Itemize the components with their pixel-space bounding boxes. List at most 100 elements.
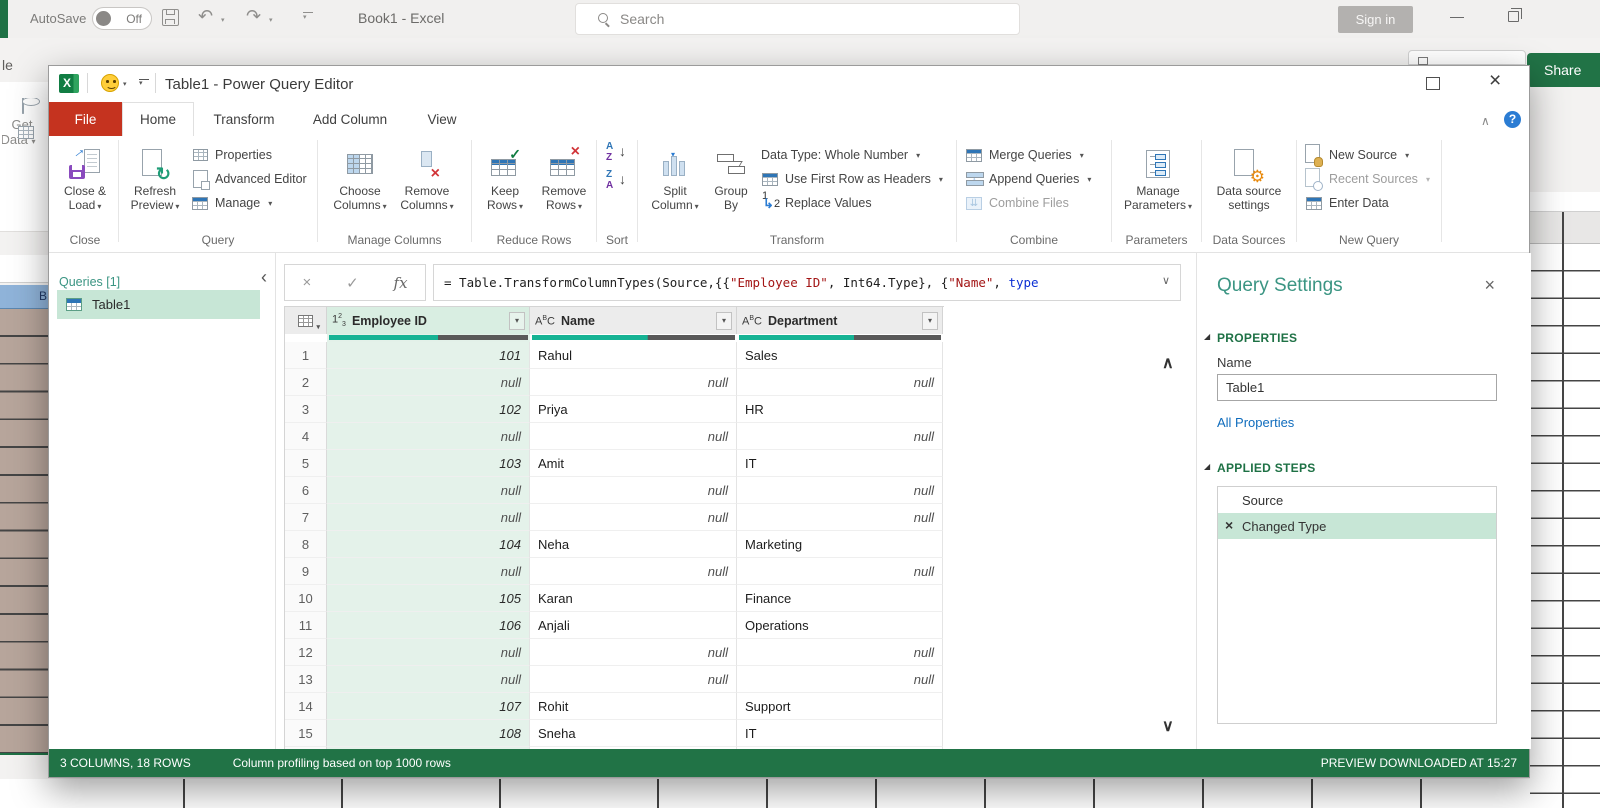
table-cell[interactable]: null	[530, 558, 737, 585]
table-cell[interactable]: Rahul	[530, 342, 737, 369]
fx-icon[interactable]: fx	[394, 274, 408, 292]
table-cell[interactable]: null	[327, 558, 530, 585]
table-cell[interactable]: null	[327, 423, 530, 450]
replace-values-button[interactable]: 1 ↳ 2 Replace Values	[761, 190, 872, 214]
table-cell[interactable]: null	[327, 639, 530, 666]
pq-title-bar[interactable]: X ▾ ▾ Table1 - Power Query Editor ×	[49, 66, 1529, 102]
expand-formula-bar-icon[interactable]: ∨	[1162, 274, 1170, 287]
table-cell[interactable]: IT	[737, 720, 943, 747]
table-cell[interactable]: 104	[327, 531, 530, 558]
refresh-preview-button[interactable]: ↻ Refresh Preview ▾	[125, 144, 185, 214]
smiley-caret-icon[interactable]: ▾	[123, 80, 127, 88]
table-cell[interactable]: null	[530, 369, 737, 396]
close-and-load-button[interactable]: → Close & Load ▾	[56, 140, 114, 214]
table-cell[interactable]: null	[530, 477, 737, 504]
table-cell[interactable]: Sneha	[530, 720, 737, 747]
table-cell[interactable]: null	[737, 369, 943, 396]
all-properties-link[interactable]: All Properties	[1217, 415, 1294, 430]
collapse-triangle-icon[interactable]: ◢	[1204, 462, 1210, 471]
commit-formula-icon[interactable]: ✓	[346, 274, 359, 292]
cancel-formula-icon[interactable]: ×	[302, 274, 311, 291]
table-cell[interactable]: 108	[327, 720, 530, 747]
append-queries-button[interactable]: ↕ Append Queries ▾	[965, 168, 1091, 190]
collapse-pane-icon[interactable]: ‹	[261, 267, 267, 288]
properties-button[interactable]: Properties	[191, 144, 272, 166]
table-cell[interactable]: HR	[737, 396, 943, 423]
table-cell[interactable]: Neha	[530, 531, 737, 558]
table-cell[interactable]: null	[737, 504, 943, 531]
tab-transform[interactable]: Transform	[194, 102, 294, 136]
table-cell[interactable]: null	[737, 558, 943, 585]
row-number[interactable]: 14	[285, 693, 327, 720]
sort-ascending-button[interactable]: A Z ↓	[603, 142, 629, 164]
step-source[interactable]: Source	[1218, 487, 1496, 513]
filter-button[interactable]: ▾	[509, 311, 525, 330]
filter-button[interactable]: ▾	[716, 311, 732, 330]
whole-number-type-icon[interactable]: 123	[332, 311, 346, 330]
table-cell[interactable]: null	[327, 369, 530, 396]
tab-view[interactable]: View	[406, 102, 478, 136]
table-cell[interactable]: IT	[737, 450, 943, 477]
table-cell[interactable]: null	[737, 423, 943, 450]
row-number[interactable]: 12	[285, 639, 327, 666]
column-header-department[interactable]: ABC Department ▾	[737, 307, 943, 334]
step-changed-type[interactable]: × Changed Type	[1218, 513, 1496, 539]
table-cell[interactable]: null	[530, 423, 737, 450]
table-cell[interactable]: Karan	[530, 585, 737, 612]
table-cell[interactable]: null	[327, 477, 530, 504]
row-number[interactable]: 7	[285, 504, 327, 531]
manage-parameters-button[interactable]: Manage Parameters ▾	[1121, 144, 1195, 214]
table-cell[interactable]: Anjali	[530, 612, 737, 639]
merge-queries-button[interactable]: Merge Queries ▾	[965, 144, 1084, 166]
query-list-item-table1[interactable]: Table1	[57, 290, 260, 319]
table-cell[interactable]: 101	[327, 342, 530, 369]
enter-data-button[interactable]: Enter Data	[1305, 192, 1389, 214]
row-number[interactable]: 10	[285, 585, 327, 612]
query-name-input[interactable]	[1217, 374, 1497, 401]
table-cell[interactable]: null	[737, 666, 943, 693]
row-number[interactable]: 15	[285, 720, 327, 747]
table-cell[interactable]: Finance	[737, 585, 943, 612]
scroll-down-icon[interactable]: ∨	[1162, 716, 1174, 736]
row-number[interactable]: 11	[285, 612, 327, 639]
row-number[interactable]: 5	[285, 450, 327, 477]
row-number[interactable]: 3	[285, 396, 327, 423]
table-cell[interactable]: 103	[327, 450, 530, 477]
formula-input[interactable]: = Table.TransformColumnTypes(Source,{{"E…	[433, 264, 1181, 301]
data-source-settings-button[interactable]: ⚙ Data source settings	[1209, 144, 1289, 212]
table-cell[interactable]: null	[530, 639, 737, 666]
row-number[interactable]: 8	[285, 531, 327, 558]
row-number[interactable]: 6	[285, 477, 327, 504]
delete-step-icon[interactable]: ×	[1225, 517, 1233, 533]
column-header-name[interactable]: ABC Name ▾	[530, 307, 737, 334]
table-cell[interactable]: Rohit	[530, 693, 737, 720]
row-number[interactable]: 9	[285, 558, 327, 585]
table-cell[interactable]: Sales	[737, 342, 943, 369]
split-column-button[interactable]: ▾ Split Column ▾	[647, 144, 703, 214]
keep-rows-button[interactable]: ✓ Keep Rows ▾	[479, 144, 531, 214]
row-number[interactable]: 13	[285, 666, 327, 693]
close-pane-icon[interactable]: ×	[1484, 275, 1495, 296]
remove-rows-button[interactable]: × Remove Rows ▾	[535, 144, 593, 214]
tab-file[interactable]: File	[49, 102, 122, 136]
manage-button[interactable]: Manage ▾	[191, 192, 272, 214]
table-cell[interactable]: null	[737, 477, 943, 504]
table-cell[interactable]: null	[327, 504, 530, 531]
table-cell[interactable]: Amit	[530, 450, 737, 477]
text-type-icon[interactable]: ABC	[535, 313, 555, 328]
feedback-smiley-icon[interactable]	[101, 74, 119, 92]
data-type-button[interactable]: Data Type: Whole Number ▾	[761, 144, 920, 166]
table-cell[interactable]: null	[530, 504, 737, 531]
row-number[interactable]: 4	[285, 423, 327, 450]
tab-home[interactable]: Home	[122, 102, 194, 136]
table-cell[interactable]: Priya	[530, 396, 737, 423]
table-cell[interactable]: Support	[737, 693, 943, 720]
choose-columns-button[interactable]: Choose Columns ▾	[330, 144, 390, 214]
group-by-button[interactable]: Group By	[707, 144, 755, 212]
new-source-button[interactable]: New Source ▾	[1305, 144, 1409, 167]
table-cell[interactable]: 102	[327, 396, 530, 423]
table-cell[interactable]: null	[530, 666, 737, 693]
table-cell[interactable]: null	[737, 639, 943, 666]
remove-columns-button[interactable]: × Remove Columns ▾	[394, 144, 460, 214]
close-window-button[interactable]: ×	[1489, 69, 1501, 93]
